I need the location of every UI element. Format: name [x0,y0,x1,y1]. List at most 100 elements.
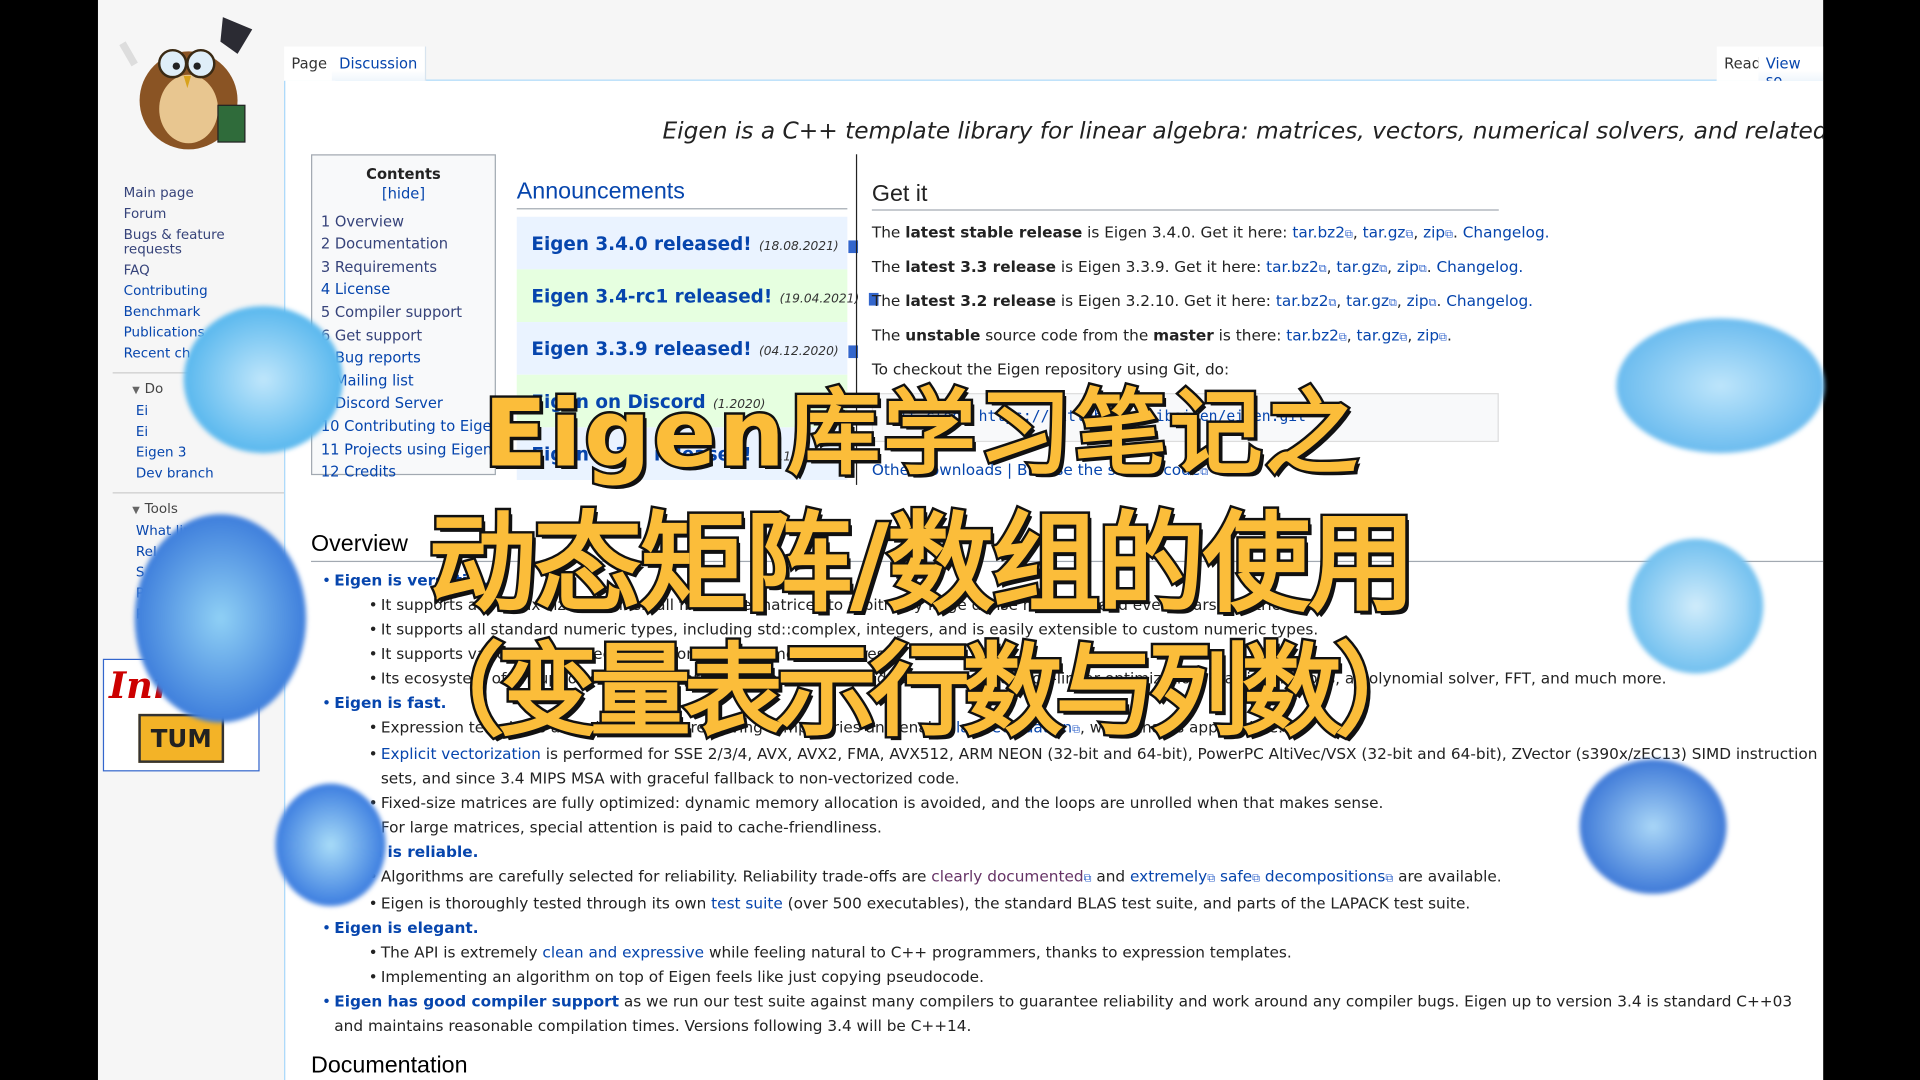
docs-item[interactable]: Ei [98,402,284,423]
docs-item-dev-branch[interactable]: Dev branch [98,464,284,485]
download-tar-gz[interactable]: tar.gz [1363,223,1406,241]
changelog-link[interactable]: Changelog. [1436,257,1523,275]
download-zip[interactable]: zip [1397,257,1419,275]
browser-page: Main page Forum Bugs & feature requests … [97,0,1824,1080]
toc-item[interactable]: 2 Documentation [321,233,486,256]
download-tar-bz2[interactable]: tar.bz2 [1286,326,1339,344]
checkout-text: To checkout the Eigen repository using G… [871,360,1230,379]
list-item: Eigen is thoroughly tested through its o… [334,891,1823,915]
sidebar: Main page Forum Bugs & feature requests … [98,184,285,626]
owl-logo[interactable] [115,5,262,152]
announcements-heading: Announcements [516,179,848,210]
compiler-support-link[interactable]: Eigen has good compiler support [334,992,619,1010]
external-link-icon: ⧉ [1379,263,1388,276]
tum-logo[interactable]: TUM [138,713,225,763]
external-link-icon: ⧉ [1252,873,1261,886]
safe-link[interactable]: safe [1220,867,1252,885]
download-tar-gz[interactable]: tar.gz [1346,291,1389,309]
toc-item[interactable]: 12 Credits [321,461,486,484]
tools-item-what-links-here[interactable]: What links here [98,522,284,543]
external-link-icon: ⧉ [1385,873,1394,886]
tools-item[interactable]: Rel [98,542,284,563]
list-item: Its ecosystem of unsupported modules pro… [334,666,1823,690]
sidebar-item-contributing[interactable]: Contributing [98,282,284,303]
sidebar-item-main-page[interactable]: Main page [98,184,284,205]
other-downloads-link[interactable]: Other downloads | Browse the source code [872,460,1200,478]
fast-heading: Eigen is fast. [334,693,447,712]
sidebar-item-publications[interactable]: Publications [98,323,284,344]
toc-item[interactable]: 8 Mailing list [321,369,486,392]
toc-item[interactable]: 7 Bug reports [321,347,486,370]
clearly-documented-link[interactable]: clearly documented [931,867,1083,885]
tab-page[interactable]: Page [284,46,336,81]
git-clone-code[interactable]: git clone https://gitlab.com/libeigen/ei… [871,393,1499,443]
announcement-item[interactable]: Eigen 3.4.0 released! (18.08.2021) ▇ [516,216,858,270]
tab-discussion[interactable]: Discussion [331,46,426,81]
list-item: For large matrices, special attention is… [334,816,1823,840]
changelog-link[interactable]: Changelog. [1446,291,1533,309]
tools-item[interactable]: Pe [98,605,284,626]
list-item: Expression templates allow intelligently… [334,715,1823,742]
list-item: Implementing an algorithm on top of Eige… [334,965,1823,989]
download-tar-bz2[interactable]: tar.bz2 [1266,257,1319,275]
release-row: The latest stable release is Eigen 3.4.0… [871,222,1550,242]
test-suite-link[interactable]: test suite [711,894,783,912]
sidebar-item-benchmark[interactable]: Benchmark [98,302,284,323]
toc-title: Contents [366,165,441,183]
toc-hide-link[interactable]: [hide] [321,182,486,205]
sidebar-item-bugs[interactable]: Bugs & feature requests [98,225,227,261]
download-tar-gz[interactable]: tar.gz [1357,326,1400,344]
toc-item[interactable]: 6 Get support [321,324,486,347]
main-content: Eigen is a C++ template library for line… [284,80,1824,1080]
toc-item[interactable]: 3 Requirements [321,256,486,279]
lazy-evaluation-link[interactable]: lazy evaluation [956,718,1072,736]
toc-item[interactable]: 9 Discord Server [321,392,486,415]
letterbox-bar [1823,0,1920,1080]
docs-item[interactable]: Eigen 3 [98,443,284,464]
download-tar-bz2[interactable]: tar.bz2 [1276,291,1329,309]
docs-item[interactable]: Ei [98,422,284,443]
release-row: The latest 3.2 release is Eigen 3.2.10. … [871,291,1534,310]
docs-portal-heading[interactable]: ▼ Do [112,372,285,401]
announcement-item[interactable]: Eigen 3.3.8 released! (05.10.2020) [516,427,848,481]
announcement-item[interactable]: Eigen 3.4-rc1 released! (19.04.2021) ▇ [516,269,878,323]
tools-item[interactable]: S [98,563,284,584]
sidebar-item-recent-changes[interactable]: Recent ch [98,344,284,365]
download-zip[interactable]: zip [1407,291,1429,309]
download-tar-bz2[interactable]: tar.bz2 [1292,223,1345,241]
announcement-item[interactable]: Eigen 3.3.9 released! (04.12.2020) ▇ [516,322,858,375]
list-item: Algorithms are carefully selected for re… [334,864,1823,891]
sidebar-item-faq[interactable]: FAQ [98,261,284,282]
toc-item[interactable]: 1 Overview [321,210,486,233]
table-of-contents: Contents [hide] 1 Overview 2 Documentati… [311,154,501,480]
download-zip[interactable]: zip [1417,326,1439,344]
external-link-icon: ⧉ [1072,723,1081,736]
external-link-icon: ⧉ [1318,263,1327,276]
overview-section: Eigen is versatile. It supports all matr… [311,568,1823,1038]
explicit-vectorization-link[interactable]: Explicit vectorization [381,744,541,762]
list-item: It supports all matrix sizes, from small… [334,593,1823,617]
clean-expressive-link[interactable]: clean and expressive [542,943,704,961]
download-tar-gz[interactable]: tar.gz [1336,257,1379,275]
sidebar-item-forum[interactable]: Forum [98,204,284,225]
announcement-item[interactable]: Eigen on Discord (1.2020) [516,374,848,428]
changelog-link[interactable]: Changelog. [1463,223,1550,241]
toc-item[interactable]: 4 License [321,278,486,301]
external-link-icon: ⧉ [1328,297,1337,310]
external-link-icon: ⧉ [1338,331,1347,345]
download-zip[interactable]: zip [1423,223,1445,241]
tab-view-source[interactable]: View so [1758,46,1824,89]
list-item: It supports various matrix decomposition… [334,642,1823,666]
external-link-icon: ⧉ [1428,297,1437,310]
page-tabs: Page Discussion Read View so [284,46,1824,89]
inria-logo[interactable]: Inria [104,660,258,714]
toc-item[interactable]: 10 Contributing to Eigen [321,415,501,438]
toc-item[interactable]: 11 Projects using Eigen [321,438,492,461]
column-divider [855,154,858,485]
decompositions-link[interactable]: decompositions [1265,867,1385,885]
tools-portal-heading[interactable]: ▼ Tools [112,492,285,521]
tools-item[interactable]: Pr [98,584,284,605]
toc-item[interactable]: 5 Compiler support [321,301,486,324]
extremely-link[interactable]: extremely [1130,867,1207,885]
external-link-icon: ⧉ [1418,263,1427,276]
